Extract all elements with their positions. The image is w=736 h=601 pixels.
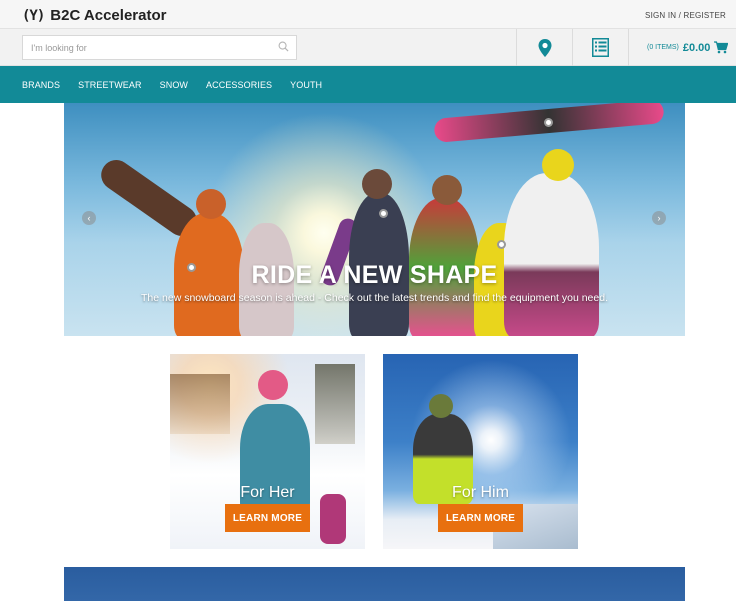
tile-label: For Him: [452, 484, 509, 501]
tile-label: For Her: [240, 484, 295, 501]
for-him-tile[interactable]: For Him LEARN MORE: [383, 354, 578, 549]
rider-figure: [542, 149, 574, 181]
tree-shape: [170, 374, 230, 434]
for-her-tile[interactable]: For Her LEARN MORE: [170, 354, 365, 549]
search-icon[interactable]: [278, 41, 289, 52]
store-locator-button[interactable]: [516, 29, 572, 66]
top-bar: (Y) B2C Accelerator SIGN IN / REGISTER: [0, 0, 736, 28]
nav-item-brands[interactable]: BRANDS: [22, 80, 60, 90]
cart-icon: [714, 41, 729, 54]
rider-figure: [258, 370, 288, 400]
nav-item-snow[interactable]: SNOW: [160, 80, 188, 90]
hotspot-dot[interactable]: [544, 118, 553, 127]
rider-figure: [432, 175, 462, 205]
chevron-right-icon: ›: [657, 213, 661, 223]
rider-figure: [504, 173, 599, 336]
nav-item-streetwear[interactable]: STREETWEAR: [78, 80, 142, 90]
rider-figure: [429, 394, 453, 418]
quick-order-button[interactable]: [572, 29, 628, 66]
mini-cart[interactable]: (0 ITEMS) £0.00: [628, 29, 736, 66]
hero-title: RIDE A NEW SHAPE: [251, 261, 498, 289]
nav-item-youth[interactable]: YOUTH: [290, 80, 322, 90]
carousel-next-button[interactable]: ›: [652, 211, 666, 225]
main-navigation: BRANDS STREETWEAR SNOW ACCESSORIES YOUTH: [0, 66, 736, 103]
signin-register-link[interactable]: SIGN IN / REGISTER: [645, 11, 726, 20]
carousel-prev-button[interactable]: ‹: [82, 211, 96, 225]
search-box: [22, 35, 297, 60]
map-pin-icon: [538, 38, 551, 57]
promo-banner[interactable]: [64, 567, 685, 601]
learn-more-button[interactable]: LEARN MORE: [225, 504, 310, 532]
rider-figure: [196, 189, 226, 219]
hero-banner[interactable]: ‹ › RIDE A NEW SHAPE The new snowboard s…: [64, 103, 685, 336]
list-icon: [592, 38, 609, 57]
site-logo[interactable]: (Y) B2C Accelerator: [22, 7, 166, 24]
nav-item-accessories[interactable]: ACCESSORIES: [206, 80, 272, 90]
chevron-left-icon: ‹: [87, 213, 91, 223]
search-row: (0 ITEMS) £0.00: [0, 28, 736, 66]
rider-figure: [362, 169, 392, 199]
hero-subtitle: The new snowboard season is ahead - Chec…: [141, 292, 608, 304]
learn-more-button[interactable]: LEARN MORE: [438, 504, 523, 532]
tree-shape: [315, 364, 355, 444]
logo-text: B2C Accelerator: [50, 7, 167, 24]
cart-item-count: (0 ITEMS): [647, 44, 679, 51]
search-input[interactable]: [23, 36, 263, 59]
logo-mark: (Y): [22, 7, 45, 24]
cart-total: £0.00: [682, 41, 711, 54]
hotspot-dot[interactable]: [497, 240, 506, 249]
hotspot-dot[interactable]: [379, 209, 388, 218]
